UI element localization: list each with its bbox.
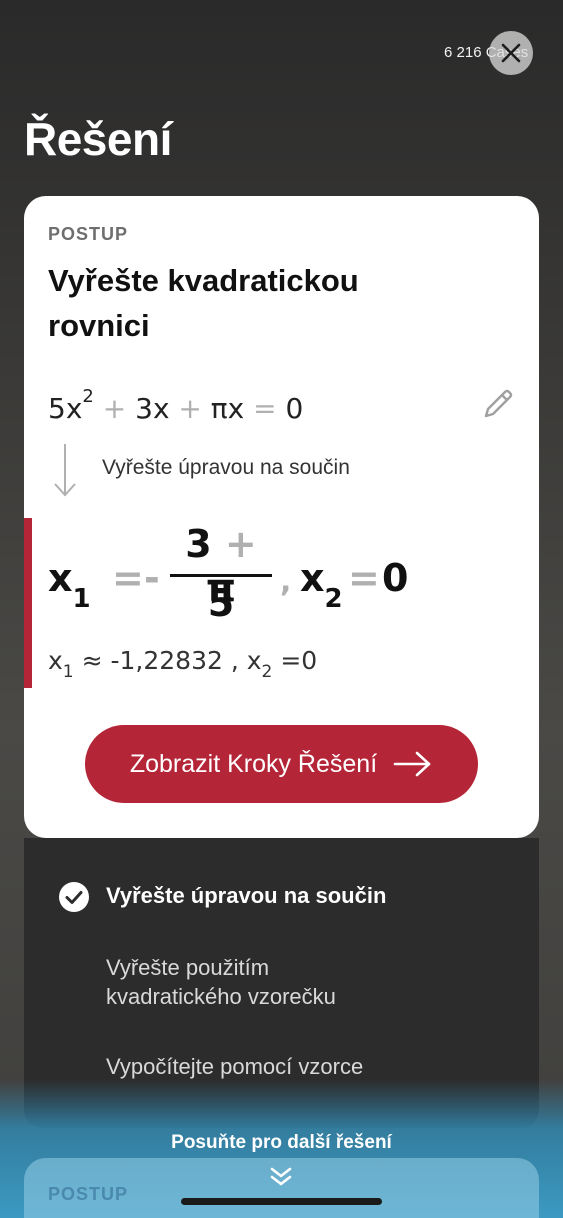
swipe-hint: Posuňte pro další řešení <box>171 1132 392 1153</box>
result-approximate: x1 ≈ -1,22832 , x2 =0 <box>48 646 318 682</box>
result-accent-bar <box>24 518 32 688</box>
close-button[interactable] <box>489 31 533 75</box>
eq-plus-1: + <box>102 392 127 425</box>
arrow-down-icon <box>54 444 76 497</box>
result-equals-2: = <box>348 556 380 600</box>
next-card-label: POSTUP <box>48 1184 129 1204</box>
solution-card[interactable]: POSTUP Vyřešte kvadratickou rovnici 5x2 … <box>24 196 539 838</box>
check-circle-icon <box>59 882 89 912</box>
close-icon <box>501 43 521 63</box>
arrow-right-icon <box>393 751 431 777</box>
result-equals-1: = <box>112 556 144 600</box>
eq-plus-2: + <box>178 392 202 425</box>
double-chevron-down-icon[interactable] <box>268 1166 294 1188</box>
result-fraction: 3 + π 5 <box>170 522 272 625</box>
card-title: Vyřešte kvadratickou rovnici <box>48 263 359 343</box>
page-title: Řešení <box>24 113 172 165</box>
input-equation: 5x2 + 3x + πx = 0 <box>48 386 304 425</box>
fraction-numerator: 3 + π <box>185 522 257 610</box>
result-x1: x1 <box>48 556 91 614</box>
show-steps-button[interactable]: Zobrazit Kroky Řešení <box>85 725 478 803</box>
result-x2: x2 <box>300 556 343 614</box>
eq-exponent: 2 <box>82 386 94 407</box>
edit-pencil-icon[interactable] <box>480 386 516 422</box>
eq-equals: = <box>253 392 277 425</box>
eq-term-1: 5x <box>48 392 83 425</box>
show-steps-label: Zobrazit Kroky Řešení <box>129 749 378 778</box>
method-description: Vyřešte úpravou na součin <box>102 456 350 479</box>
result-comma: , <box>280 564 292 599</box>
result-x2-value: 0 <box>382 556 409 600</box>
eq-term-2: 3x <box>135 392 170 425</box>
card-section-label: POSTUP <box>48 224 129 244</box>
result-minus: - <box>144 556 160 600</box>
eq-rhs: 0 <box>285 392 304 425</box>
eq-term-3: πx <box>210 392 245 425</box>
method-item-quadratic-formula[interactable]: Vyřešte použitím kvadratického vzorečku <box>106 953 396 1011</box>
fraction-denominator: 5 <box>207 581 235 625</box>
method-item-formula[interactable]: Vypočítejte pomocí vzorce <box>106 1052 363 1081</box>
method-item-factoring[interactable]: Vyřešte úpravou na součin <box>106 881 386 910</box>
result-exact: x1 = - 3 + π 5 , x2 = 0 <box>48 522 518 632</box>
home-indicator[interactable] <box>181 1198 382 1205</box>
